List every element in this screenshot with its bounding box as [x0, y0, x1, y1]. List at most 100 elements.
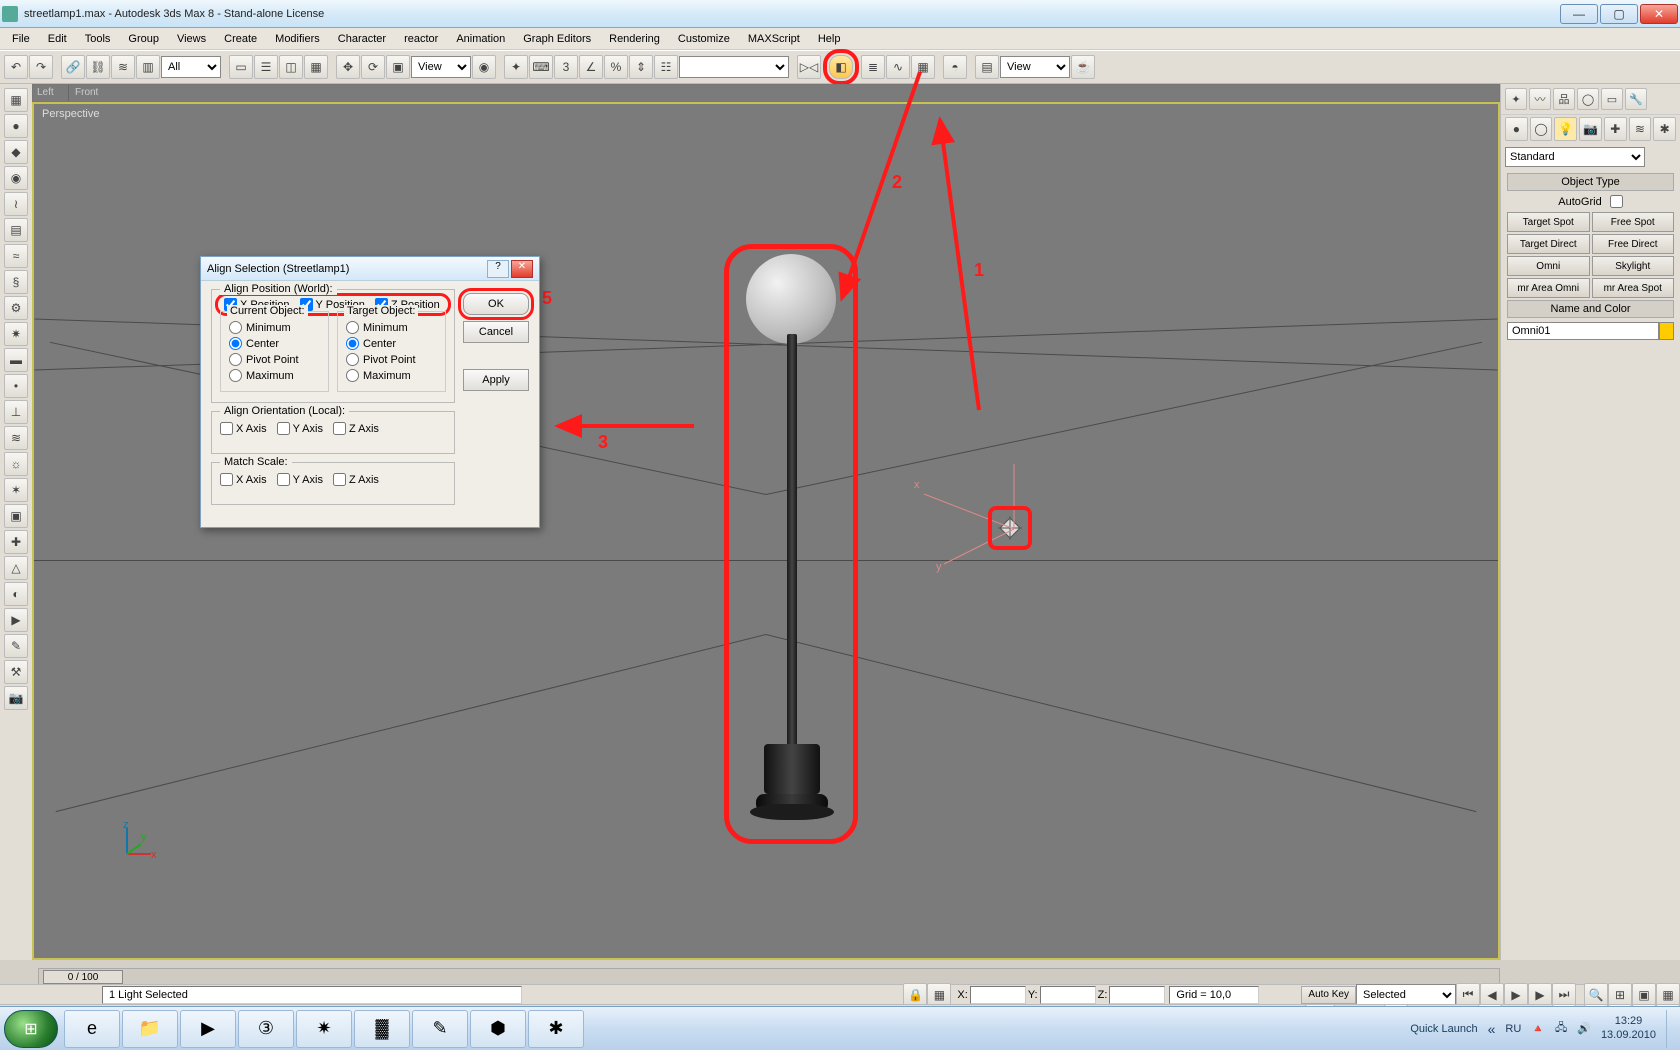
- task-app5-icon[interactable]: ⬢: [470, 1010, 526, 1048]
- dialog-close-button[interactable]: ✕: [511, 260, 533, 278]
- name-color-rollout[interactable]: Name and Color: [1507, 300, 1674, 318]
- reactor-rope-icon[interactable]: ≀: [4, 192, 28, 216]
- reactor-toy-icon[interactable]: ☼: [4, 452, 28, 476]
- target-spot-button[interactable]: Target Spot: [1507, 212, 1590, 232]
- target-center-radio[interactable]: Center: [346, 337, 437, 350]
- material-editor-icon[interactable]: ◓: [943, 55, 967, 79]
- goto-end-icon[interactable]: ⏭: [1552, 983, 1576, 1007]
- object-name-input[interactable]: [1507, 322, 1659, 340]
- menu-maxscript[interactable]: MAXScript: [740, 31, 808, 47]
- viewport-left-label[interactable]: Left: [33, 85, 69, 101]
- z-input[interactable]: [1109, 986, 1165, 1004]
- reactor-softbody-icon[interactable]: ◉: [4, 166, 28, 190]
- reactor-ragdoll-icon[interactable]: ✚: [4, 530, 28, 554]
- keyboard-shortcut-icon[interactable]: ⌨: [529, 55, 553, 79]
- render-type-dropdown[interactable]: View: [1000, 56, 1070, 78]
- menu-animation[interactable]: Animation: [448, 31, 513, 47]
- reactor-constraint-icon[interactable]: ⚙: [4, 296, 28, 320]
- render-scene-icon[interactable]: ▤: [975, 55, 999, 79]
- orient-y-checkbox[interactable]: Y Axis: [277, 422, 323, 435]
- lights-cat-icon[interactable]: 💡: [1554, 117, 1577, 141]
- manipulate-icon[interactable]: ✦: [504, 55, 528, 79]
- reactor-box-icon[interactable]: ▦: [4, 88, 28, 112]
- tray-volume-icon[interactable]: 🔊: [1577, 1022, 1591, 1035]
- menu-customize[interactable]: Customize: [670, 31, 738, 47]
- current-center-radio[interactable]: Center: [229, 337, 320, 350]
- ref-coord-dropdown[interactable]: View: [411, 56, 471, 78]
- reactor-hinge-icon[interactable]: ⊥: [4, 400, 28, 424]
- goto-start-icon[interactable]: ⏮: [1456, 983, 1480, 1007]
- auto-key-button[interactable]: Auto Key: [1301, 986, 1356, 1004]
- quick-render-icon[interactable]: ☕: [1071, 55, 1095, 79]
- subcategory-dropdown[interactable]: Standard: [1505, 147, 1645, 167]
- target-minimum-radio[interactable]: Minimum: [346, 321, 437, 334]
- orient-z-checkbox[interactable]: Z Axis: [333, 422, 379, 435]
- utilities-tab-icon[interactable]: 🔧: [1625, 88, 1647, 110]
- task-explorer-icon[interactable]: 📁: [122, 1010, 178, 1048]
- edit-named-sel-icon[interactable]: ☷: [654, 55, 678, 79]
- menu-rendering[interactable]: Rendering: [601, 31, 668, 47]
- next-frame-icon[interactable]: ▶: [1528, 983, 1552, 1007]
- layer-manager-icon[interactable]: ≣: [861, 55, 885, 79]
- menu-file[interactable]: File: [4, 31, 38, 47]
- tray-clock[interactable]: 13:29 13.09.2010: [1601, 1015, 1656, 1041]
- reactor-lsolver-icon[interactable]: ◐: [4, 582, 28, 606]
- current-pivot-radio[interactable]: Pivot Point: [229, 353, 320, 366]
- bind-spacewarp-icon[interactable]: ≋: [111, 55, 135, 79]
- menu-group[interactable]: Group: [120, 31, 167, 47]
- percent-snap-icon[interactable]: %: [604, 55, 628, 79]
- task-ie-icon[interactable]: e: [64, 1010, 120, 1048]
- scale-z-checkbox[interactable]: Z Axis: [333, 473, 379, 486]
- schematic-view-icon[interactable]: ▦: [911, 55, 935, 79]
- mr-area-omni-button[interactable]: mr Area Omni: [1507, 278, 1590, 298]
- zoom-icon[interactable]: 🔍: [1584, 983, 1608, 1007]
- reactor-utility-icon[interactable]: ⚒: [4, 660, 28, 684]
- unlink-icon[interactable]: ⛓: [86, 55, 110, 79]
- spacewarps-cat-icon[interactable]: ≋: [1629, 117, 1652, 141]
- mirror-icon[interactable]: ▷◁: [797, 55, 821, 79]
- reactor-analyze-icon[interactable]: ✎: [4, 634, 28, 658]
- apply-button[interactable]: Apply: [463, 369, 529, 391]
- omni-button[interactable]: Omni: [1507, 256, 1590, 276]
- start-button[interactable]: ⊞: [4, 1010, 58, 1048]
- orient-x-checkbox[interactable]: X Axis: [220, 422, 267, 435]
- mr-area-spot-button[interactable]: mr Area Spot: [1592, 278, 1675, 298]
- display-tab-icon[interactable]: ▭: [1601, 88, 1623, 110]
- target-maximum-radio[interactable]: Maximum: [346, 369, 437, 382]
- undo-icon[interactable]: ↶: [4, 55, 28, 79]
- reactor-preview-icon[interactable]: ▶: [4, 608, 28, 632]
- scale-x-checkbox[interactable]: X Axis: [220, 473, 267, 486]
- select-rotate-icon[interactable]: ⟳: [361, 55, 385, 79]
- menu-grapheditors[interactable]: Graph Editors: [515, 31, 599, 47]
- select-move-icon[interactable]: ✥: [336, 55, 360, 79]
- task-app3-icon[interactable]: ▓: [354, 1010, 410, 1048]
- menu-tools[interactable]: Tools: [77, 31, 119, 47]
- cancel-button[interactable]: Cancel: [463, 321, 529, 343]
- play-icon[interactable]: ▶: [1504, 983, 1528, 1007]
- spinner-snap-icon[interactable]: ⇕: [629, 55, 653, 79]
- snap-toggle-icon[interactable]: 3: [554, 55, 578, 79]
- helpers-cat-icon[interactable]: ✚: [1604, 117, 1627, 141]
- key-mode-dropdown[interactable]: Selected: [1356, 984, 1456, 1006]
- close-button[interactable]: ✕: [1640, 4, 1678, 24]
- window-crossing-icon[interactable]: ▦: [304, 55, 328, 79]
- reactor-motor-icon[interactable]: ✷: [4, 322, 28, 346]
- reactor-fracture-icon[interactable]: ✶: [4, 478, 28, 502]
- curve-editor-icon[interactable]: ∿: [886, 55, 910, 79]
- viewport-front-label[interactable]: Front: [69, 85, 1499, 101]
- reactor-prism-icon[interactable]: △: [4, 556, 28, 580]
- select-object-icon[interactable]: ▭: [229, 55, 253, 79]
- dialog-help-button[interactable]: ?: [487, 260, 509, 278]
- reactor-car-icon[interactable]: ▣: [4, 504, 28, 528]
- scale-y-checkbox[interactable]: Y Axis: [277, 473, 323, 486]
- reactor-spring-icon[interactable]: §: [4, 270, 28, 294]
- menu-reactor[interactable]: reactor: [396, 31, 446, 47]
- tray-flag-icon[interactable]: 🔺: [1531, 1022, 1545, 1035]
- maximize-button[interactable]: ▢: [1600, 4, 1638, 24]
- free-direct-button[interactable]: Free Direct: [1592, 234, 1675, 254]
- reactor-camera-icon[interactable]: 📷: [4, 686, 28, 710]
- menu-modifiers[interactable]: Modifiers: [267, 31, 328, 47]
- y-input[interactable]: [1040, 986, 1096, 1004]
- menu-create[interactable]: Create: [216, 31, 265, 47]
- create-tab-icon[interactable]: ✦: [1505, 88, 1527, 110]
